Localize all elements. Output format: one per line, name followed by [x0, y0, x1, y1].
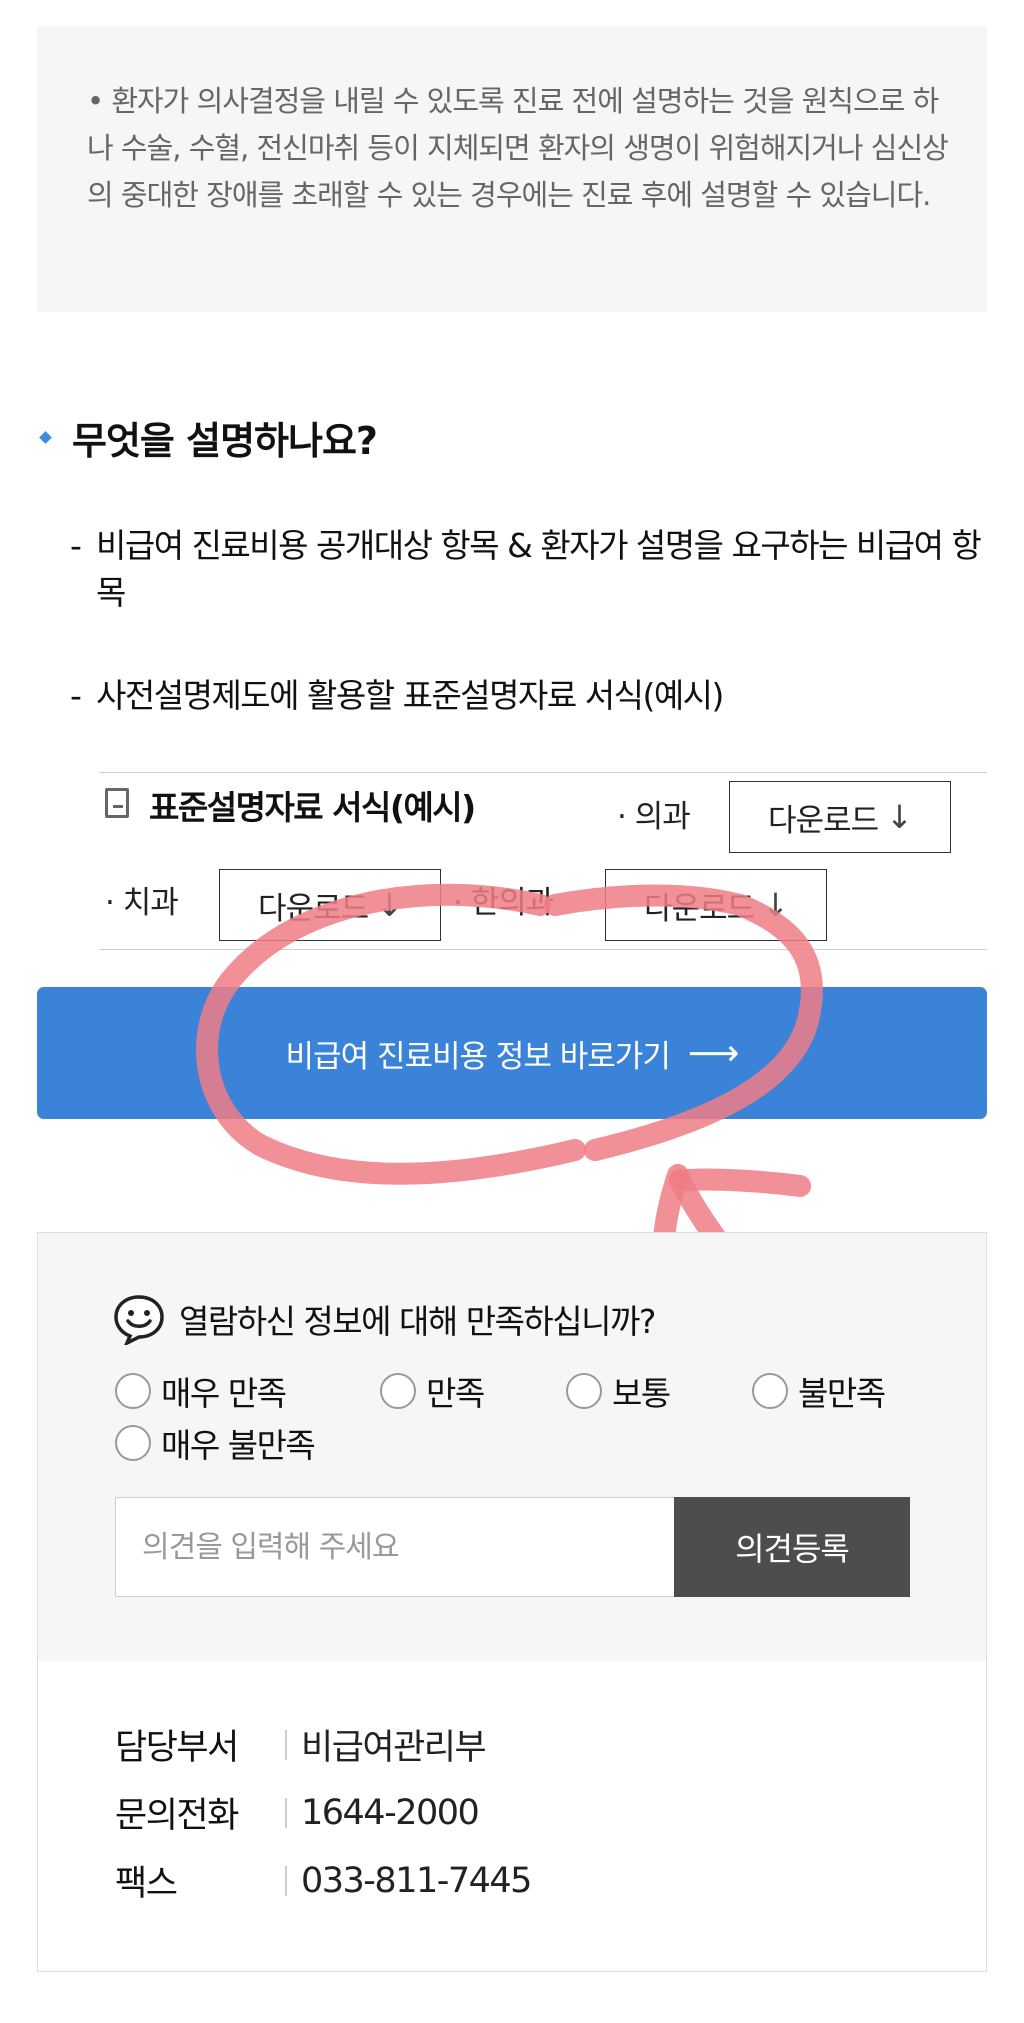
list-item-text: 비급여 진료비용 공개대상 항목 & 환자가 설명을 요구하는 비급여 항목: [96, 526, 982, 612]
radio-label: 매우 불만족: [161, 1426, 316, 1465]
section-header: 무엇을 설명하나요?: [37, 410, 378, 465]
diamond-bullet-icon: [39, 431, 52, 444]
contact-label: 담당부서: [115, 1728, 239, 1768]
radio-circle[interactable]: [752, 1373, 788, 1409]
radio-label: 보통: [612, 1374, 671, 1413]
arrow-down-icon: ↓: [376, 886, 403, 924]
list-item: - 사전설명제도에 활용할 표준설명자료 서식(예시): [70, 672, 990, 719]
radio-circle[interactable]: [380, 1373, 416, 1409]
contact-label: 문의전화: [115, 1796, 239, 1836]
download-button-oriental[interactable]: 다운로드 ↓: [605, 869, 827, 941]
divider: [285, 1797, 287, 1828]
dept-label-dental: · 치과: [105, 885, 179, 921]
dept-label-oriental: · 한의과: [453, 885, 554, 921]
section-title: 무엇을 설명하나요?: [72, 419, 378, 463]
contact-value: 033-811-7445: [301, 1860, 532, 1901]
radio-very-satisfied[interactable]: 매우 만족: [115, 1367, 287, 1415]
go-button-label: 비급여 진료비용 정보 바로가기: [285, 1038, 671, 1075]
radio-satisfied[interactable]: 만족: [380, 1367, 485, 1415]
notice-text: • 환자가 의사결정을 내릴 수 있도록 진료 전에 설명하는 것을 원칙으로 …: [87, 84, 949, 212]
satisfaction-survey: 열람하신 정보에 대해 만족하십니까? 매우 만족 만족 보통 불만족 매우 불…: [37, 1232, 987, 1972]
radio-circle[interactable]: [115, 1373, 151, 1409]
download-label: 다운로드: [768, 802, 879, 839]
download-label: 다운로드: [644, 890, 755, 927]
dash-marker: -: [70, 526, 82, 565]
radio-label: 매우 만족: [161, 1374, 287, 1413]
survey-question-row: 열람하신 정보에 대해 만족하십니까?: [113, 1293, 656, 1345]
notice-box: • 환자가 의사결정을 내릴 수 있도록 진료 전에 설명하는 것을 원칙으로 …: [37, 26, 987, 312]
radio-very-dissatisfied[interactable]: 매우 불만족: [115, 1419, 316, 1467]
contact-label: 팩스: [115, 1864, 178, 1904]
dash-marker: -: [70, 676, 82, 715]
noncovered-cost-info-button[interactable]: 비급여 진료비용 정보 바로가기 ⟶: [37, 987, 987, 1119]
download-title: 표준설명자료 서식(예시): [149, 788, 476, 827]
download-button-medical[interactable]: 다운로드 ↓: [729, 781, 951, 853]
submit-opinion-button[interactable]: 의견등록: [674, 1497, 910, 1597]
list-item: - 비급여 진료비용 공개대상 항목 & 환자가 설명을 요구하는 비급여 항목: [70, 522, 990, 616]
radio-circle[interactable]: [115, 1425, 151, 1461]
survey-question: 열람하신 정보에 대해 만족하십니까?: [179, 1302, 656, 1341]
arrow-right-icon: ⟶: [687, 1032, 740, 1074]
contact-value: 비급여관리부: [301, 1728, 487, 1768]
radio-neutral[interactable]: 보통: [566, 1367, 671, 1415]
download-label: 다운로드: [258, 890, 369, 927]
document-icon: [105, 788, 129, 818]
contact-value: 1644-2000: [301, 1792, 480, 1833]
contact-row-fax: 팩스 033-811-7445: [115, 1855, 532, 1906]
download-box: 표준설명자료 서식(예시) · 의과 다운로드 ↓ · 치과 다운로드 ↓ · …: [99, 772, 987, 950]
divider: [285, 1729, 287, 1760]
arrow-down-icon: ↓: [886, 798, 913, 836]
dept-label-medical: · 의과: [617, 799, 691, 835]
contact-row-phone: 문의전화 1644-2000: [115, 1787, 480, 1838]
opinion-input[interactable]: [115, 1497, 675, 1597]
divider: [285, 1865, 287, 1896]
radio-label: 불만족: [798, 1374, 886, 1413]
survey-panel: 열람하신 정보에 대해 만족하십니까? 매우 만족 만족 보통 불만족 매우 불…: [38, 1233, 986, 1661]
arrow-down-icon: ↓: [762, 886, 789, 924]
radio-label: 만족: [426, 1374, 485, 1413]
download-button-dental[interactable]: 다운로드 ↓: [219, 869, 441, 941]
contact-row-department: 담당부서 비급여관리부: [115, 1719, 487, 1770]
radio-circle[interactable]: [566, 1373, 602, 1409]
radio-dissatisfied[interactable]: 불만족: [752, 1367, 886, 1415]
speech-smile-icon: [114, 1295, 164, 1345]
list-item-text: 사전설명제도에 활용할 표준설명자료 서식(예시): [96, 676, 724, 715]
